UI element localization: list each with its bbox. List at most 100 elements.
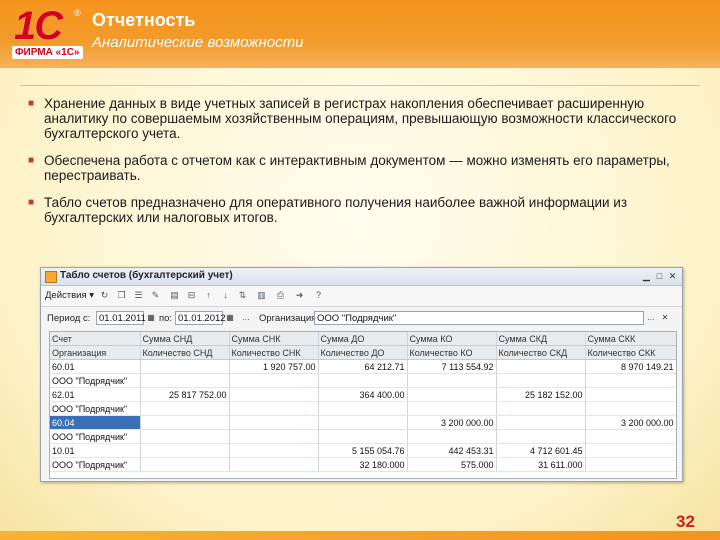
grid-cell[interactable]	[318, 429, 408, 444]
sort-ascending-icon[interactable]: ↑	[203, 290, 214, 301]
grid-cell[interactable]	[407, 429, 497, 444]
grid-cell[interactable]	[140, 359, 230, 374]
refresh-icon[interactable]: ↻	[99, 290, 110, 301]
grid-cell[interactable]	[496, 359, 586, 374]
go-icon[interactable]: ➜	[294, 290, 305, 301]
organization-field[interactable]: ООО "Подрядчик"	[314, 311, 644, 325]
grid-cell[interactable]	[229, 443, 319, 458]
close-icon[interactable]: ✕	[667, 271, 678, 281]
grid-cell[interactable]	[407, 387, 497, 402]
grid-cell[interactable]: ООО "Подрядчик"	[50, 401, 141, 416]
grid-cell[interactable]	[229, 457, 319, 472]
grid-cell[interactable]	[318, 373, 408, 388]
grid-cell[interactable]	[318, 401, 408, 416]
table-row[interactable]: 62.01 25 817 752.00 364 400.00 25 182 152.0…	[50, 387, 676, 402]
grid-header-cell[interactable]: Организация	[50, 345, 141, 360]
grid-cell[interactable]: 364 400.00	[318, 387, 408, 402]
grid-header-cell[interactable]: Сумма СКК	[585, 332, 676, 346]
grid-cell[interactable]: 442 453.31	[407, 443, 497, 458]
grid-cell[interactable]: ООО "Подрядчик"	[50, 457, 141, 472]
grid-cell[interactable]: 60.04	[50, 415, 141, 430]
grid-cell[interactable]	[229, 401, 319, 416]
grid-cell[interactable]: 64 212.71	[318, 359, 408, 374]
print-icon[interactable]: ⎙	[275, 290, 286, 301]
period-select-icon[interactable]: …	[240, 311, 252, 325]
actions-menu-button[interactable]: Действия ▾	[45, 290, 94, 301]
grid-cell[interactable]	[585, 429, 676, 444]
filter-icon[interactable]: ⊟	[186, 290, 197, 301]
grid-cell[interactable]	[229, 415, 319, 430]
grid-cell[interactable]: 25 817 752.00	[140, 387, 230, 402]
period-to-field[interactable]: 01.01.2012	[175, 311, 226, 325]
grid-cell[interactable]: 3 200 000.00	[407, 415, 497, 430]
grid-header-cell[interactable]: Количество ДО	[318, 345, 408, 360]
grid-cell[interactable]: 7 113 554.92	[407, 359, 497, 374]
grid-cell[interactable]	[229, 373, 319, 388]
calendar-icon[interactable]: ▦	[145, 311, 157, 325]
table-row[interactable]: 60.01 1 920 757.00 64 212.71 7 113 554.92 8 …	[50, 359, 676, 374]
calendar-icon[interactable]: ▦	[224, 311, 236, 325]
grid-header-cell[interactable]: Количество СКД	[496, 345, 586, 360]
grid-cell[interactable]	[140, 373, 230, 388]
grid-cell[interactable]: 31 611.000	[496, 457, 586, 472]
grid-cell[interactable]: 10.01	[50, 443, 141, 458]
grid-header-cell[interactable]: Сумма КО	[407, 332, 497, 346]
sort-descending-icon[interactable]: ↓	[220, 290, 231, 301]
grid-cell[interactable]: 5 155 054.76	[318, 443, 408, 458]
grid-cell[interactable]	[140, 457, 230, 472]
help-icon[interactable]: ?	[313, 290, 324, 301]
period-from-field[interactable]: 01.01.2011	[96, 311, 146, 325]
grid-cell[interactable]	[496, 401, 586, 416]
table-row[interactable]: ООО "Подрядчик"	[50, 373, 676, 388]
table-row[interactable]: ООО "Подрядчик" 32 180.000 575.000 31 611.0…	[50, 457, 676, 472]
grid-header-cell[interactable]: Сумма СКД	[496, 332, 586, 346]
grid-header-cell[interactable]: Счет	[50, 332, 141, 346]
table-row[interactable]: ООО "Подрядчик"	[50, 401, 676, 416]
grid-cell[interactable]	[229, 429, 319, 444]
grid-cell[interactable]	[407, 373, 497, 388]
grid-cell[interactable]: 32 180.000	[318, 457, 408, 472]
grid-cell[interactable]	[585, 401, 676, 416]
grid-cell[interactable]	[140, 429, 230, 444]
save-icon[interactable]: ▤	[169, 290, 180, 301]
grid-cell[interactable]	[407, 401, 497, 416]
grid-cell[interactable]	[496, 415, 586, 430]
table-row[interactable]: 10.01 5 155 054.76 442 453.31 4 712 601.45	[50, 443, 676, 458]
grid-header-cell[interactable]: Количество СНК	[229, 345, 319, 360]
grid-cell[interactable]	[585, 457, 676, 472]
window-title-bar[interactable]: Табло счетов (бухгалтерский учет) ▁ □ ✕	[41, 268, 682, 286]
grid-cell[interactable]: 25 182 152.00	[496, 387, 586, 402]
grid-header-cell[interactable]: Количество СНД	[140, 345, 230, 360]
copy-icon[interactable]: ❐	[116, 290, 127, 301]
grid-cell[interactable]: 1 920 757.00	[229, 359, 319, 374]
report-icon[interactable]: ▥	[256, 290, 267, 301]
maximize-icon[interactable]: □	[654, 271, 665, 281]
grid-header-cell[interactable]: Сумма ДО	[318, 332, 408, 346]
grid-cell[interactable]	[585, 373, 676, 388]
grid-cell[interactable]	[229, 387, 319, 402]
grid-cell[interactable]	[140, 443, 230, 458]
settings-icon[interactable]: ☰	[133, 290, 144, 301]
grid-cell[interactable]	[496, 429, 586, 444]
grid-cell[interactable]: 60.01	[50, 359, 141, 374]
grid-cell[interactable]	[496, 373, 586, 388]
grid-cell[interactable]	[318, 415, 408, 430]
grid-cell[interactable]	[585, 443, 676, 458]
organization-select-icon[interactable]: …	[645, 311, 657, 325]
grid-cell[interactable]: 4 712 601.45	[496, 443, 586, 458]
grid-cell[interactable]: 3 200 000.00	[585, 415, 676, 430]
grid-cell[interactable]: 575.000	[407, 457, 497, 472]
grid-header-cell[interactable]: Сумма СНК	[229, 332, 319, 346]
grid-cell[interactable]: 62.01	[50, 387, 141, 402]
grid-cell[interactable]	[585, 387, 676, 402]
grid-header-cell[interactable]: Количество КО	[407, 345, 497, 360]
minimize-icon[interactable]: ▁	[641, 271, 652, 281]
table-row[interactable]: 60.04 3 200 000.00 3 200 000.00	[50, 415, 676, 430]
grid-header-cell[interactable]: Количество СКК	[585, 345, 676, 360]
table-row[interactable]: ООО "Подрядчик"	[50, 429, 676, 444]
sort-icon[interactable]: ⇅	[237, 290, 248, 301]
grid-cell[interactable]: 8 970 149.21	[585, 359, 676, 374]
grid-header-cell[interactable]: Сумма СНД	[140, 332, 230, 346]
clear-icon[interactable]: ✕	[659, 311, 671, 325]
grid-cell[interactable]: ООО "Подрядчик"	[50, 373, 141, 388]
